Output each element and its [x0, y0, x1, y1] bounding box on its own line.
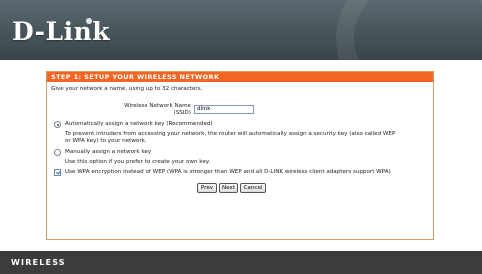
cancel-button[interactable]: Cancel: [240, 183, 266, 193]
logo-mark-icon: [86, 18, 92, 24]
dlink-logo: D-Link: [12, 17, 111, 46]
header-swoosh: [336, 0, 482, 60]
setup-panel: STEP 1: SETUP YOUR WIRELESS NETWORK Give…: [46, 71, 434, 240]
network-name-input[interactable]: dlink: [194, 105, 254, 114]
manual-key-label: Manually assign a network key: [65, 149, 152, 155]
checkbox-checked-icon[interactable]: [54, 169, 61, 176]
panel-title: STEP 1: SETUP YOUR WIRELESS NETWORK: [47, 72, 433, 82]
auto-key-label: Automatically assign a network key (Reco…: [65, 121, 213, 127]
auto-key-description-cont: or WPA key) to your network.: [65, 138, 147, 144]
network-name-label: Wireless Network Name: [124, 103, 191, 109]
prev-button[interactable]: Prev: [197, 183, 217, 193]
intro-text: Give your network a name, using up to 32…: [51, 86, 203, 92]
next-button[interactable]: Next: [219, 183, 238, 193]
footer-bar: WIRELESS: [0, 251, 482, 274]
manual-key-description: Use this option if you prefer to create …: [65, 159, 211, 165]
wpa-label: Use WPA encryption instead of WEP (WPA i…: [65, 169, 391, 175]
auto-key-description: To prevent intruders from accessing your…: [65, 131, 396, 137]
radio-unselected-icon[interactable]: [54, 149, 61, 156]
header-bar: D-Link: [0, 0, 482, 60]
radio-selected-icon[interactable]: [54, 121, 61, 128]
footer-wireless-label: WIRELESS: [11, 258, 66, 267]
network-name-label-ssid: (SSID): [173, 110, 191, 116]
